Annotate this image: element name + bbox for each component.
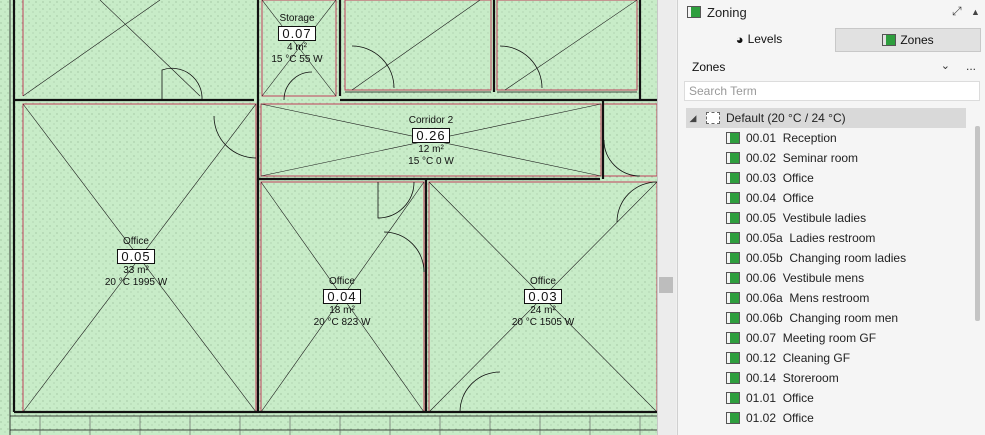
room-number: 0.26	[412, 128, 450, 143]
tree-item-label: 00.03 Office	[746, 171, 814, 185]
tree-item-zone[interactable]: 00.06 Vestibule mens	[726, 268, 966, 288]
zone-icon	[726, 372, 740, 384]
tab-zones[interactable]: Zones	[835, 28, 981, 52]
zone-icon	[726, 412, 740, 424]
room-label-office-005[interactable]: Office 0.05 33 m² 20 °C 1995 W	[96, 236, 176, 289]
tree-item-zone[interactable]: 01.02 Office	[726, 408, 966, 428]
tree-item-zone[interactable]: 00.06a Mens restroom	[726, 288, 966, 308]
tree-item-label: 00.04 Office	[746, 191, 814, 205]
zone-icon	[687, 6, 701, 18]
tree-group-label: Default (20 °C / 24 °C)	[726, 111, 846, 125]
zone-icon	[726, 392, 740, 404]
tree-item-label: 00.05 Vestibule ladies	[746, 211, 867, 225]
tree-scrollbar-thumb[interactable]	[975, 126, 980, 321]
tree-group-default[interactable]: ◢ Default (20 °C / 24 °C)	[686, 108, 966, 128]
zone-icon	[882, 34, 897, 46]
tree-item-label: 00.12 Cleaning GF	[746, 351, 851, 365]
room-name: Office	[530, 276, 556, 287]
tree-item-label: 00.05b Changing room ladies	[746, 251, 907, 265]
tree-item-label: 00.06b Changing room men	[746, 311, 899, 325]
tree-item-zone[interactable]: 00.05 Vestibule ladies	[726, 208, 966, 228]
zone-icon	[726, 352, 740, 364]
caret-up-icon[interactable]: ▲	[971, 7, 980, 17]
zone-icon	[726, 152, 740, 164]
room-info: 15 °C 0 W	[408, 156, 454, 167]
tree-item-zone[interactable]: 00.04 Office	[726, 188, 966, 208]
room-label-office-004[interactable]: Office 0.04 18 m² 20 °C 823 W	[302, 276, 382, 329]
zone-icon	[726, 292, 740, 304]
tree-item-zone[interactable]: 00.12 Cleaning GF	[726, 348, 966, 368]
room-area: 18 m²	[329, 305, 355, 316]
zone-icon	[726, 252, 740, 264]
room-info: 20 °C 823 W	[313, 317, 371, 328]
room-name: Storage	[279, 13, 315, 24]
zone-icon	[726, 272, 740, 284]
zone-icon	[726, 232, 740, 244]
room-name: Office	[123, 236, 149, 247]
tree-item-zone[interactable]: 00.05b Changing room ladies	[726, 248, 966, 268]
room-number: 0.03	[524, 289, 562, 304]
plan-scrollbar-thumb[interactable]	[659, 277, 673, 293]
room-label-office-003[interactable]: Office 0.03 24 m² 20 °C 1505 W	[503, 276, 583, 329]
tab-zones-label: Zones	[900, 33, 934, 47]
panel-tabs: ◕ Levels Zones	[678, 28, 985, 52]
panel-header: Zoning ⤢ ▲	[678, 0, 985, 24]
view-dropdown-value: Zones	[692, 60, 726, 74]
tree-item-zone[interactable]: 00.01 Reception	[726, 128, 966, 148]
tree-item-zone[interactable]: 00.07 Meeting room GF	[726, 328, 966, 348]
tree-item-zone[interactable]: 01.01 Office	[726, 388, 966, 408]
tree-item-label: 01.01 Office	[746, 391, 814, 405]
search-placeholder: Search Term	[689, 84, 757, 98]
collapse-triangle-icon[interactable]: ◢	[686, 113, 700, 124]
expand-icon[interactable]: ⤢	[952, 4, 962, 19]
search-input[interactable]: Search Term	[684, 81, 980, 101]
floor-plan-canvas[interactable]: Storage 0.07 4 m² 15 °C 55 W Corridor 2 …	[0, 0, 657, 435]
room-number: 0.07	[278, 26, 316, 41]
tree-item-zone[interactable]: 00.03 Office	[726, 168, 966, 188]
levels-icon: ◕	[735, 31, 744, 47]
tree-item-zone[interactable]: 00.02 Seminar room	[726, 148, 966, 168]
zoning-panel: Zoning ⤢ ▲ ◕ Levels Zones Zones ⌄ ... Se…	[677, 0, 985, 435]
tree-item-label: 00.01 Reception	[746, 131, 837, 145]
zone-tree: ◢ Default (20 °C / 24 °C) 00.01 Receptio…	[678, 107, 974, 435]
room-info: 20 °C 1995 W	[104, 277, 168, 288]
room-name: Corridor 2	[408, 115, 454, 126]
room-info: 15 °C 55 W	[271, 54, 323, 65]
zone-icon	[726, 132, 740, 144]
room-area: 12 m²	[418, 144, 444, 155]
room-area: 33 m²	[123, 265, 149, 276]
tree-item-label: 00.07 Meeting room GF	[746, 331, 877, 345]
tab-levels[interactable]: ◕ Levels	[686, 28, 832, 50]
room-name: Office	[329, 276, 355, 287]
room-number: 0.04	[323, 289, 361, 304]
tree-item-label: 00.06 Vestibule mens	[746, 271, 865, 285]
room-area: 4 m²	[287, 42, 307, 53]
zone-icon	[726, 192, 740, 204]
room-label-storage[interactable]: Storage 0.07 4 m² 15 °C 55 W	[262, 13, 332, 66]
tree-item-label: 01.02 Office	[746, 411, 814, 425]
tree-item-zone[interactable]: 00.05a Ladies restroom	[726, 228, 966, 248]
chevron-down-icon: ⌄	[940, 60, 950, 72]
zone-icon	[726, 332, 740, 344]
room-area: 24 m²	[530, 305, 556, 316]
panel-title: Zoning	[707, 4, 747, 20]
zone-icon	[726, 312, 740, 324]
tree-item-label: 00.14 Storeroom	[746, 371, 839, 385]
zone-group-icon	[706, 112, 720, 124]
tree-item-label: 00.05a Ladies restroom	[746, 231, 876, 245]
view-dropdown[interactable]: Zones ⌄	[684, 57, 954, 77]
plan-scrollbar[interactable]	[657, 0, 676, 435]
room-number: 0.05	[117, 249, 155, 264]
tree-item-label: 00.02 Seminar room	[746, 151, 859, 165]
tree-item-zone[interactable]: 00.14 Storeroom	[726, 368, 966, 388]
tree-item-zone[interactable]: 00.06b Changing room men	[726, 308, 966, 328]
room-label-corridor[interactable]: Corridor 2 0.26 12 m² 15 °C 0 W	[396, 115, 466, 168]
tab-levels-label: Levels	[747, 32, 783, 46]
more-options-button[interactable]: ...	[966, 59, 976, 73]
zone-icon	[726, 172, 740, 184]
tree-item-label: 00.06a Mens restroom	[746, 291, 870, 305]
zone-icon	[726, 212, 740, 224]
room-info: 20 °C 1505 W	[511, 317, 575, 328]
